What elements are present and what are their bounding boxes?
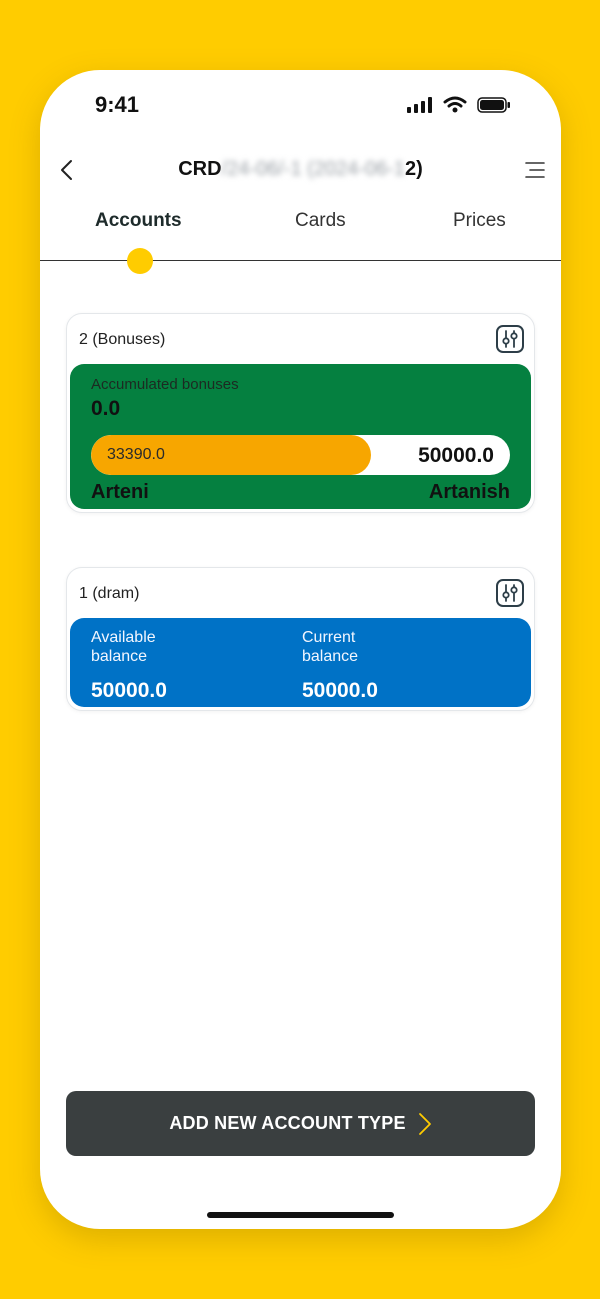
bonus-panel: Accumulated bonuses 0.0 33390.0 50000.0 …	[70, 364, 531, 509]
status-bar: 9:41	[40, 70, 561, 140]
add-account-type-button[interactable]: ADD NEW ACCOUNT TYPE	[66, 1091, 535, 1156]
tab-bar: Accounts Cards Prices	[40, 210, 561, 260]
chevron-right-icon	[418, 1112, 431, 1135]
account-settings-button[interactable]	[496, 325, 524, 353]
tab-cards[interactable]: Cards	[295, 210, 346, 232]
page-title: CRD/24-06/-1 (2024-06-12)	[40, 158, 561, 181]
balance-panel: Available balance 50000.0 Current balanc…	[70, 618, 531, 707]
menu-icon	[525, 162, 545, 178]
level-current-name: Arteni	[91, 481, 149, 503]
active-tab-indicator	[127, 248, 153, 274]
tabs-divider	[40, 260, 561, 261]
phone-frame: 9:41 CRD/24-06/-1 (2024-06-12) Accounts …	[40, 70, 561, 1229]
account-card-header: 1 (dram)	[67, 568, 534, 618]
available-balance-value: 50000.0	[91, 679, 167, 702]
signal-icon	[407, 96, 432, 113]
available-balance-label: Available balance	[91, 629, 156, 665]
wifi-icon	[443, 96, 467, 113]
home-indicator	[207, 1212, 394, 1218]
title-obscured: /24-06/-1 (2024-06-1	[221, 158, 405, 180]
level-next-name: Artanish	[428, 481, 510, 503]
add-account-type-label: ADD NEW ACCOUNT TYPE	[169, 1113, 406, 1133]
title-suffix: 2)	[405, 158, 423, 180]
current-balance-label: Current balance	[302, 629, 359, 665]
available-balance: Available balance 50000.0	[91, 628, 201, 703]
current-balance: Current balance 50000.0	[302, 628, 412, 703]
bonus-progress-bar: 33390.0 50000.0	[91, 435, 510, 475]
settings-sliders-icon	[502, 584, 518, 602]
accumulated-bonuses-value: 0.0	[91, 397, 121, 420]
account-name: 1 (dram)	[79, 585, 140, 602]
battery-icon	[477, 96, 510, 113]
account-settings-button[interactable]	[496, 579, 524, 607]
account-name: 2 (Bonuses)	[79, 331, 166, 348]
status-time: 9:41	[95, 92, 140, 117]
tab-prices[interactable]: Prices	[453, 210, 506, 232]
current-balance-value: 50000.0	[302, 679, 378, 702]
progress-max-value: 50000.0	[418, 444, 494, 467]
account-card-header: 2 (Bonuses)	[67, 314, 534, 364]
progress-current-value: 33390.0	[107, 446, 165, 463]
title-prefix: CRD	[178, 158, 222, 180]
tab-accounts[interactable]: Accounts	[95, 210, 182, 232]
status-icons	[407, 96, 511, 113]
accumulated-bonuses-label: Accumulated bonuses	[91, 376, 239, 393]
account-card-dram[interactable]: 1 (dram) Available balance 50000.0 Curre…	[66, 567, 535, 711]
account-card-bonuses[interactable]: 2 (Bonuses) Accumulated bonuses 0.0 3339…	[66, 313, 535, 513]
menu-button[interactable]	[521, 156, 549, 184]
settings-sliders-icon	[502, 330, 518, 348]
nav-header: CRD/24-06/-1 (2024-06-12)	[40, 150, 561, 190]
